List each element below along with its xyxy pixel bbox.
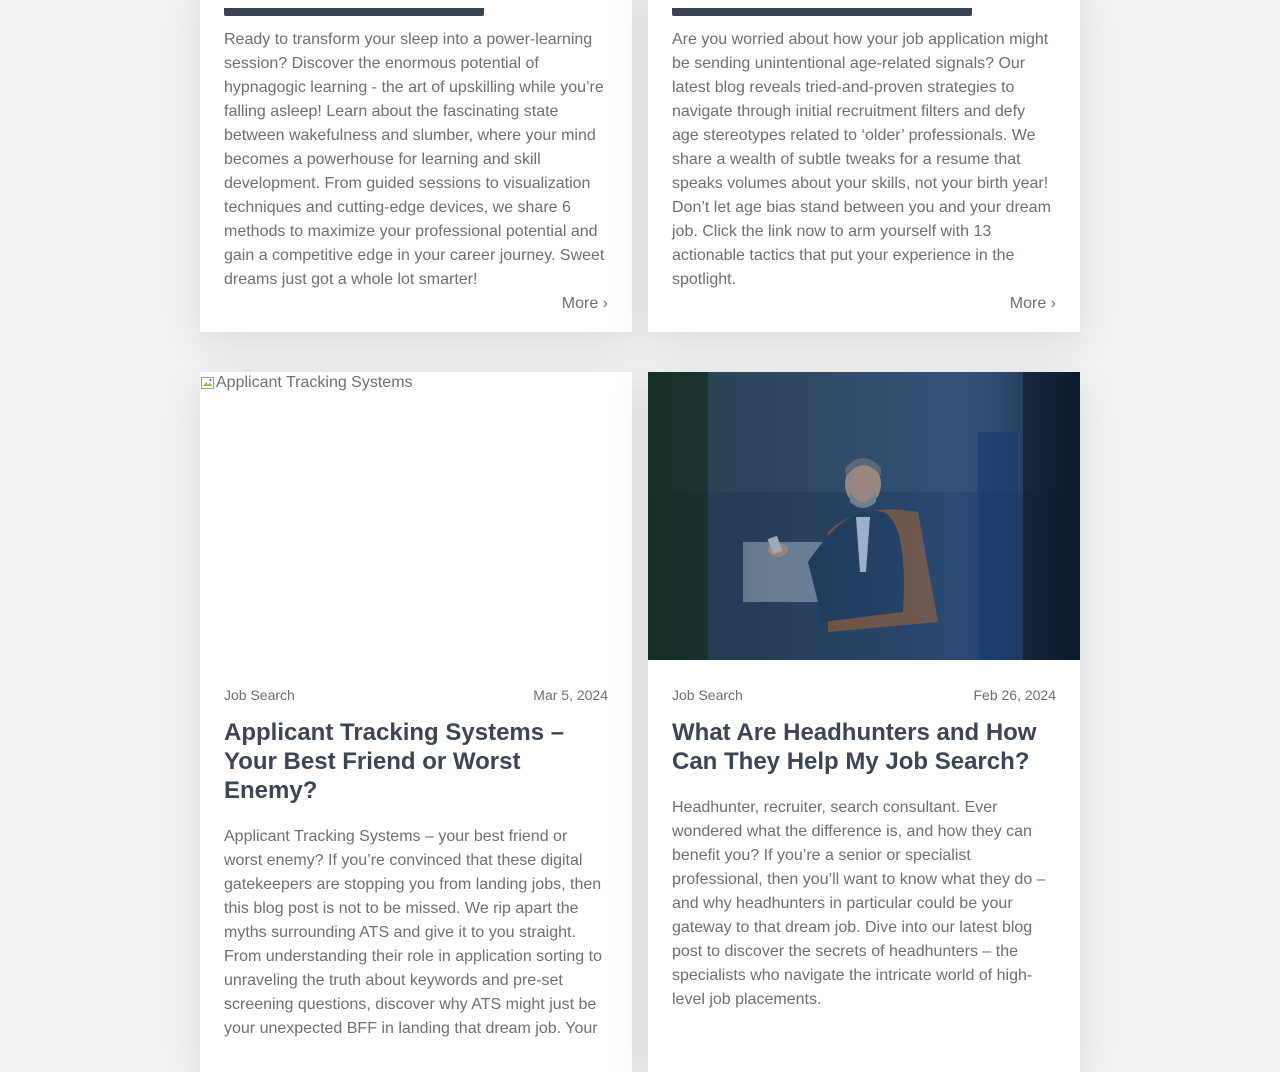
blog-card: Applicant Tracking Systems Job Search Ma…	[200, 372, 632, 1072]
post-excerpt: Applicant Tracking Systems – your best f…	[224, 828, 602, 1037]
broken-image-icon	[201, 377, 214, 389]
post-meta: Job Search Feb 26, 2024	[672, 686, 1056, 704]
post-title[interactable]: Applicant Tracking Systems – Your Best F…	[224, 718, 608, 805]
post-image[interactable]	[648, 372, 1080, 660]
blog-card: Job Search Feb 26, 2024 What Are Headhun…	[648, 372, 1080, 1072]
post-category[interactable]: Job Search	[224, 686, 295, 704]
post-date: Feb 26, 2024	[973, 687, 1056, 703]
businessman-photo	[648, 372, 1080, 660]
image-alt-text: Applicant Tracking Systems	[216, 374, 413, 391]
post-date: Mar 5, 2024	[533, 687, 608, 703]
more-link[interactable]: More ›	[672, 292, 1056, 316]
post-excerpt: Ready to transform your sleep into a pow…	[224, 31, 605, 288]
blog-card: Ready to transform your sleep into a pow…	[200, 0, 632, 332]
more-link[interactable]: More ›	[224, 292, 608, 316]
post-excerpt: Are you worried about how your job appli…	[672, 31, 1051, 288]
post-title[interactable]: What Are Headhunters and How Can They He…	[672, 718, 1056, 776]
post-title-cut	[672, 8, 972, 16]
blog-card: Are you worried about how your job appli…	[648, 0, 1080, 332]
post-meta: Job Search Mar 5, 2024	[224, 686, 608, 704]
post-image[interactable]: Applicant Tracking Systems	[200, 372, 632, 660]
post-category[interactable]: Job Search	[672, 686, 743, 704]
post-title-cut	[224, 8, 484, 16]
post-excerpt: Headhunter, recruiter, search consultant…	[672, 799, 1046, 1008]
